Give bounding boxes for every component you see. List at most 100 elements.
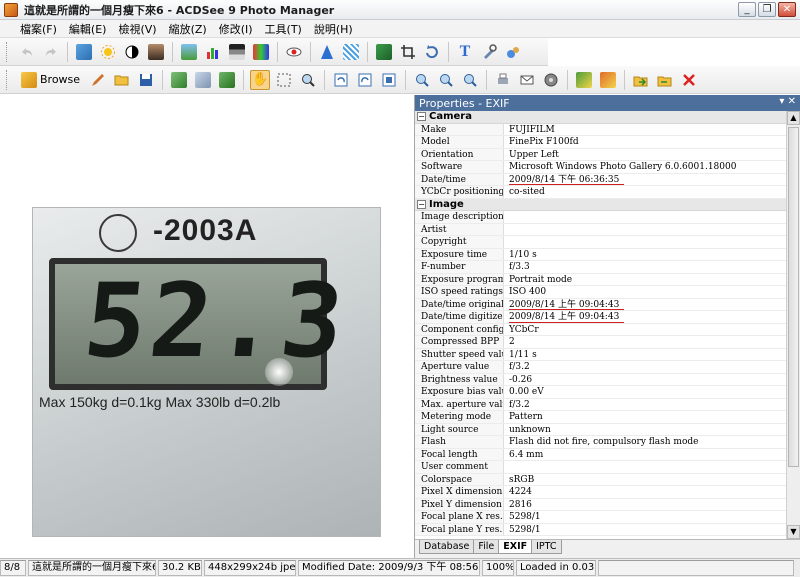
menu-file[interactable]: 檔案(F)	[14, 21, 63, 37]
save-icon[interactable]	[136, 70, 156, 90]
menu-help[interactable]: 說明(H)	[308, 21, 359, 37]
property-row[interactable]: Software Microsoft Windows Photo Gallery …	[415, 161, 787, 174]
export-icon[interactable]	[631, 70, 651, 90]
property-row[interactable]: Max. aperture value f/3.2	[415, 398, 787, 411]
tab-file[interactable]: File	[473, 540, 500, 554]
property-row[interactable]: Date/time original 2009/8/14 上午 09:04:43	[415, 298, 787, 311]
menu-tools[interactable]: 工具(T)	[259, 21, 308, 37]
text-icon[interactable]: T	[455, 42, 475, 62]
property-row[interactable]: Exposure bias value 0.00 eV	[415, 386, 787, 399]
section-image[interactable]: − Image	[415, 198, 787, 211]
print-icon[interactable]	[493, 70, 513, 90]
scroll-down-icon[interactable]: ▼	[787, 525, 800, 539]
tab-database[interactable]: Database	[419, 540, 475, 554]
histogram-icon[interactable]	[203, 42, 223, 62]
property-row[interactable]: User comment	[415, 461, 787, 474]
scrollbar-thumb[interactable]	[788, 127, 799, 467]
property-row[interactable]: Make FUJIFILM	[415, 123, 787, 136]
zoom-out-icon[interactable]	[436, 70, 456, 90]
rotate-icon[interactable]	[422, 42, 442, 62]
property-row[interactable]: Model FinePix F100fd	[415, 136, 787, 149]
property-row[interactable]: Exposure time 1/10 s	[415, 248, 787, 261]
selection-icon[interactable]	[274, 70, 294, 90]
audio-icon[interactable]	[541, 70, 561, 90]
scroll-up-icon[interactable]: ▲	[787, 111, 800, 125]
sharpen-icon[interactable]	[317, 42, 337, 62]
resize-icon[interactable]	[374, 42, 394, 62]
property-row[interactable]: Focal length 6.4 mm	[415, 448, 787, 461]
property-row[interactable]: Light source unknown	[415, 423, 787, 436]
edit-icon[interactable]	[88, 70, 108, 90]
portrait-icon[interactable]	[146, 42, 166, 62]
collapse-icon[interactable]: −	[417, 112, 426, 122]
levels-icon[interactable]	[227, 42, 247, 62]
minimize-button[interactable]: _	[738, 2, 756, 17]
previous-image-icon[interactable]	[169, 70, 189, 90]
property-row[interactable]: Colorspace sRGB	[415, 473, 787, 486]
property-row[interactable]: Brightness value -0.26	[415, 373, 787, 386]
rotate-right-icon[interactable]	[355, 70, 375, 90]
sun-icon[interactable]	[98, 42, 118, 62]
zoom-menu-icon[interactable]	[460, 70, 480, 90]
collapse-icon[interactable]: −	[417, 199, 426, 209]
property-row[interactable]: Image description	[415, 211, 787, 224]
properties-grid[interactable]: − Camera Make FUJIFILM Model FinePix F100fd…	[415, 111, 787, 539]
menu-zoom[interactable]: 縮放(Z)	[163, 21, 213, 37]
section-camera[interactable]: − Camera	[415, 111, 787, 124]
property-row[interactable]: YCbCr positioning co-sited	[415, 186, 787, 199]
email-icon[interactable]	[517, 70, 537, 90]
property-row[interactable]: Date/time 2009/8/14 下午 06:36:35	[415, 173, 787, 186]
effects-icon[interactable]	[503, 42, 523, 62]
toolbar-grip[interactable]	[6, 69, 9, 90]
toolbar-grip[interactable]	[6, 41, 9, 62]
property-row[interactable]: ISO speed ratings ISO 400	[415, 286, 787, 299]
auto-lighting-icon[interactable]	[74, 42, 94, 62]
browse-button[interactable]: Browse	[15, 69, 86, 91]
property-row[interactable]: Copyright	[415, 236, 787, 249]
crop-icon[interactable]	[398, 42, 418, 62]
undo-icon[interactable]	[17, 42, 37, 62]
property-row[interactable]: Exposure program Portrait mode	[415, 273, 787, 286]
property-row[interactable]: Component config YCbCr	[415, 323, 787, 336]
property-row[interactable]: Focal plane Y res. 5298/1	[415, 523, 787, 536]
property-row[interactable]: Artist	[415, 223, 787, 236]
tab-exif[interactable]: EXIF	[498, 540, 533, 554]
property-row[interactable]: Focal plane X res. 5298/1	[415, 511, 787, 524]
rotate-left-icon[interactable]	[331, 70, 351, 90]
contrast-icon[interactable]	[122, 42, 142, 62]
property-row[interactable]: Compressed BPP 2	[415, 336, 787, 349]
property-row[interactable]: Aperture value f/3.2	[415, 361, 787, 374]
property-row[interactable]: Flash Flash did not fire, compulsory flas…	[415, 436, 787, 449]
move-icon[interactable]	[655, 70, 675, 90]
tab-iptc[interactable]: IPTC	[531, 540, 562, 554]
redo-icon[interactable]	[41, 42, 61, 62]
property-row[interactable]: Shutter speed value 1/11 s	[415, 348, 787, 361]
properties-scrollbar[interactable]: ▲ ▼	[786, 111, 800, 539]
open-folder-icon[interactable]	[112, 70, 132, 90]
property-row[interactable]: Pixel Y dimension 2816	[415, 498, 787, 511]
delete-icon[interactable]	[679, 70, 699, 90]
image-viewer[interactable]: -2003A 52.3 Max 150kg d=0.1kg Max 330lb …	[0, 95, 414, 558]
property-row[interactable]: Date/time digitized 2009/8/14 上午 09:04:43	[415, 311, 787, 324]
fit-image-icon[interactable]	[379, 70, 399, 90]
red-eye-icon[interactable]	[284, 42, 304, 62]
menu-edit[interactable]: 編輯(E)	[63, 21, 113, 37]
menu-modify[interactable]: 修改(I)	[213, 21, 259, 37]
property-row[interactable]: Pixel X dimension 4224	[415, 486, 787, 499]
tools-icon[interactable]	[479, 42, 499, 62]
next-image-icon[interactable]	[193, 70, 213, 90]
color-balance-icon[interactable]	[251, 42, 271, 62]
magnifier-icon[interactable]	[298, 70, 318, 90]
close-button[interactable]: ✕	[778, 2, 796, 17]
hand-tool-icon[interactable]: ✋	[250, 69, 271, 90]
acdsee-app-icon[interactable]	[4, 2, 18, 17]
property-row[interactable]: Orientation Upper Left	[415, 148, 787, 161]
menu-view[interactable]: 檢視(V)	[112, 21, 162, 37]
set-wallpaper-icon[interactable]	[598, 70, 618, 90]
property-row[interactable]: Metering mode Pattern	[415, 411, 787, 424]
wallpaper-icon[interactable]	[574, 70, 594, 90]
panel-buttons[interactable]: ▾ ✕	[779, 96, 796, 107]
maximize-button[interactable]: ❐	[758, 2, 776, 17]
landscape-icon[interactable]	[179, 42, 199, 62]
slideshow-icon[interactable]	[217, 70, 237, 90]
